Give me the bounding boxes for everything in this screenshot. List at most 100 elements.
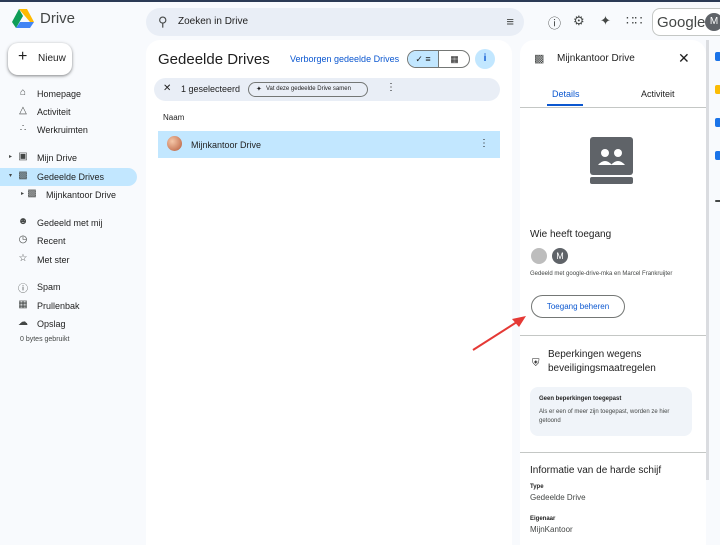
sidebar-item-label: Gedeeld met mij bbox=[37, 218, 103, 228]
search-icon[interactable]: ⚲ bbox=[158, 14, 168, 30]
summarize-chip-label: Vat deze gedeelde Drive samen bbox=[266, 86, 351, 92]
account-avatar[interactable]: M bbox=[705, 13, 720, 31]
add-on-icon[interactable] bbox=[715, 200, 720, 202]
tab-indicator bbox=[547, 104, 583, 106]
row-name: Mijnkantoor Drive bbox=[191, 140, 262, 150]
drive-thumbnail-icon bbox=[167, 136, 182, 151]
bell-icon: △ bbox=[19, 105, 27, 116]
more-vert-icon[interactable]: ⋮ bbox=[479, 138, 489, 149]
close-icon[interactable]: ✕ bbox=[678, 50, 690, 67]
restrictions-box: Geen beperkingen toegepast Als er een of… bbox=[530, 387, 692, 436]
sparkle-icon: ✦ bbox=[256, 86, 262, 93]
chevron-down-icon[interactable]: ▾ bbox=[9, 172, 12, 179]
sidebar-item-mijnkantoor-drive[interactable]: ▸ ▩ Mijnkantoor Drive bbox=[0, 186, 140, 204]
sidebar-item-label: Werkruimten bbox=[37, 125, 88, 135]
close-icon[interactable]: ✕ bbox=[163, 83, 171, 94]
help-icon[interactable]: ⓘ bbox=[548, 13, 561, 32]
sidebar-item-activity[interactable]: △ Activiteit bbox=[0, 103, 140, 121]
gemini-icon[interactable]: ✦ bbox=[600, 13, 611, 29]
hidden-shared-drives-link[interactable]: Verborgen gedeelde Drives bbox=[290, 54, 399, 64]
summarize-chip[interactable]: ✦ Vat deze gedeelde Drive samen bbox=[248, 82, 368, 97]
header: Drive ⚲ Zoeken in Drive ≡ ⓘ ⚙ ✦ ∷∷ Googl… bbox=[0, 2, 720, 40]
scrollbar[interactable] bbox=[706, 40, 709, 480]
disk-info-heading: Informatie van de harde schijf bbox=[530, 465, 662, 476]
tab-activity[interactable]: Activiteit bbox=[641, 89, 675, 99]
sidebar-item-label: Gedeelde Drives bbox=[37, 172, 105, 182]
sidebar-item-shared-with-me[interactable]: ☻ Gedeeld met mij bbox=[0, 214, 140, 232]
shared-drive-icon: ▩ bbox=[534, 53, 545, 65]
sidebar-item-label: Homepage bbox=[37, 89, 82, 99]
sidebar-item-label: Recent bbox=[37, 236, 66, 246]
restrictions-box-text: Als er een of meer zijn toegepast, worde… bbox=[539, 409, 670, 424]
sidebar-item-label: Activiteit bbox=[37, 107, 71, 117]
sidebar-item-storage[interactable]: ☁ Opslag bbox=[0, 315, 140, 333]
clock-icon: ◷ bbox=[18, 234, 28, 245]
sidebar-item-starred[interactable]: ☆ Met ster bbox=[0, 251, 140, 269]
sidebar-item-label: Mijn Drive bbox=[37, 153, 78, 163]
view-toggle[interactable]: ✓ ≡ ▦ bbox=[407, 50, 470, 68]
sidebar-item-label: Opslag bbox=[37, 319, 66, 329]
people-icon: ☻ bbox=[17, 216, 29, 227]
spam-icon: ⓘ bbox=[18, 284, 28, 295]
tab-divider bbox=[520, 107, 706, 108]
plus-icon: + bbox=[18, 48, 28, 65]
user-avatar[interactable]: M bbox=[552, 248, 568, 264]
settings-icon[interactable]: ⚙ bbox=[573, 13, 585, 29]
sidebar-item-recent[interactable]: ◷ Recent bbox=[0, 232, 140, 250]
shared-with-text: Gedeeld met google-drive-mka en Marcel F… bbox=[530, 271, 673, 277]
sidebar-item-label: Spam bbox=[37, 282, 61, 292]
google-wordmark: Google bbox=[657, 14, 706, 31]
manage-access-button[interactable]: Toegang beheren bbox=[531, 295, 625, 318]
sidebar-item-shared-drives[interactable]: ▾ ▩ Gedeelde Drives bbox=[0, 168, 137, 186]
shared-drives-icon: ▩ bbox=[18, 170, 28, 181]
cloud-icon: ☁ bbox=[18, 317, 28, 328]
sidebar-item-workspaces[interactable]: ∴ Werkruimten bbox=[0, 121, 140, 139]
user-avatar-generic[interactable] bbox=[531, 248, 547, 264]
home-icon: ⌂ bbox=[19, 87, 27, 98]
sidebar-item-spam[interactable]: ⓘ Spam bbox=[0, 278, 140, 296]
shared-drive-icon: ▩ bbox=[27, 188, 37, 199]
tab-details[interactable]: Details bbox=[552, 89, 580, 99]
new-button-label: Nieuw bbox=[38, 53, 66, 64]
panel-title: Mijnkantoor Drive bbox=[557, 53, 635, 64]
chevron-right-icon[interactable]: ▸ bbox=[21, 190, 24, 197]
grid-view-icon[interactable]: ▦ bbox=[439, 51, 469, 67]
my-drive-icon: ▣ bbox=[18, 151, 28, 162]
sidebar-item-label: Prullenbak bbox=[37, 301, 80, 311]
shield-icon: ⛨ bbox=[532, 358, 540, 369]
apps-icon[interactable]: ∷∷ bbox=[626, 13, 643, 29]
search-bar[interactable]: ⚲ Zoeken in Drive ≡ bbox=[146, 8, 524, 36]
selection-bar: ✕ 1 geselecteerd ✦ Vat deze gedeelde Dri… bbox=[154, 78, 500, 101]
shared-drive-large-icon bbox=[590, 137, 633, 184]
contacts-icon[interactable] bbox=[715, 151, 720, 160]
sidebar-item-my-drive[interactable]: ▸ ▣ Mijn Drive bbox=[0, 149, 140, 167]
sidebar-item-homepage[interactable]: ⌂ Homepage bbox=[0, 85, 140, 103]
brand-name[interactable]: Drive bbox=[40, 10, 75, 27]
details-panel: ▩ Mijnkantoor Drive ✕ Details Activiteit… bbox=[520, 40, 706, 545]
more-vert-icon[interactable]: ⋮ bbox=[386, 82, 396, 93]
info-icon[interactable]: i bbox=[475, 49, 495, 69]
sidebar-item-trash[interactable]: ▦ Prullenbak bbox=[0, 297, 140, 315]
restrictions-heading: Beperkingen wegens beveiligingsmaatregel… bbox=[548, 349, 656, 374]
owner-label: Eigenaar bbox=[530, 516, 556, 522]
star-icon: ☆ bbox=[18, 253, 28, 264]
list-view-icon[interactable]: ✓ ≡ bbox=[408, 51, 439, 67]
selection-count: 1 geselecteerd bbox=[181, 84, 241, 94]
type-value: Gedeelde Drive bbox=[530, 493, 586, 502]
main-content: Gedeelde Drives Verborgen gedeelde Drive… bbox=[146, 40, 512, 545]
drive-logo-icon[interactable] bbox=[12, 9, 34, 29]
workspaces-icon: ∴ bbox=[19, 123, 27, 134]
calendar-icon[interactable] bbox=[715, 52, 720, 61]
new-button[interactable]: + Nieuw bbox=[8, 43, 72, 75]
divider bbox=[520, 452, 706, 453]
column-header-name[interactable]: Naam bbox=[163, 113, 184, 122]
table-row[interactable]: Mijnkantoor Drive ⋮ bbox=[158, 131, 500, 158]
access-heading: Wie heeft toegang bbox=[530, 229, 612, 240]
keep-icon[interactable] bbox=[715, 85, 720, 94]
storage-usage: 0 bytes gebruikt bbox=[20, 336, 70, 343]
tasks-icon[interactable] bbox=[715, 118, 720, 127]
chevron-right-icon[interactable]: ▸ bbox=[9, 153, 12, 160]
owner-value: MijnKantoor bbox=[530, 525, 573, 534]
search-input[interactable]: Zoeken in Drive bbox=[178, 16, 248, 27]
filter-icon[interactable]: ≡ bbox=[506, 14, 514, 29]
